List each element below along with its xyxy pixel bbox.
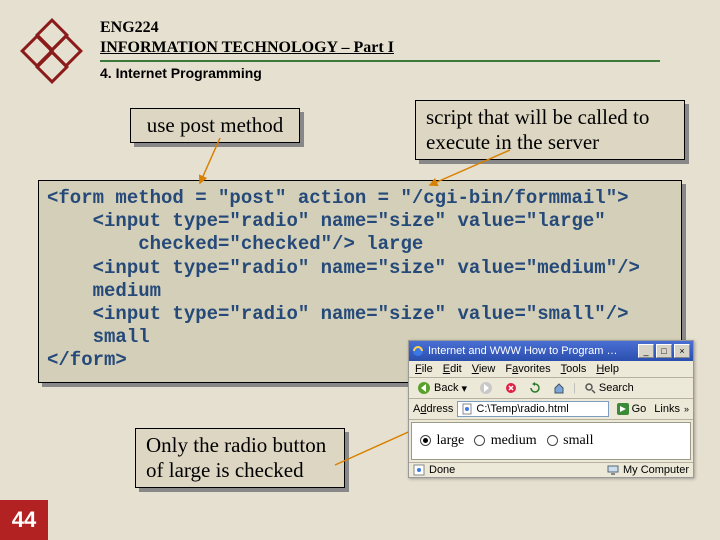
links-chevron[interactable]: »	[684, 404, 689, 414]
done-icon	[413, 464, 425, 476]
address-label: Address	[413, 403, 453, 415]
radio-medium-label: medium	[491, 433, 537, 448]
toolbar: Back ▾ | Search	[409, 378, 693, 399]
forward-button[interactable]	[475, 380, 497, 396]
home-icon	[553, 382, 565, 394]
go-button[interactable]: Go	[613, 402, 651, 416]
radio-large[interactable]	[420, 435, 431, 446]
address-path: C:\Temp\radio.html	[476, 403, 568, 415]
menubar: File Edit View Favorites Tools Help	[409, 361, 693, 378]
menu-tools[interactable]: Tools	[561, 363, 587, 375]
search-label: Search	[599, 382, 634, 394]
callout-script: script that will be called to execute in…	[415, 100, 685, 160]
course-title: INFORMATION TECHNOLOGY – Part I	[100, 38, 660, 58]
refresh-icon	[529, 382, 541, 394]
address-bar: Address C:\Temp\radio.html Go Links »	[409, 399, 693, 420]
search-icon	[584, 382, 596, 394]
menu-edit[interactable]: Edit	[443, 363, 462, 375]
close-button[interactable]: ×	[674, 344, 690, 358]
radio-large-label: large	[437, 433, 465, 448]
home-button[interactable]	[549, 381, 569, 395]
page-icon	[461, 403, 473, 415]
links-label: Links	[654, 403, 680, 415]
stop-icon	[505, 382, 517, 394]
go-label: Go	[632, 403, 647, 415]
radio-small[interactable]	[547, 435, 558, 446]
minimize-button[interactable]: _	[638, 344, 654, 358]
slide-header: ENG224 INFORMATION TECHNOLOGY – Part I 4…	[100, 18, 660, 83]
menu-view[interactable]: View	[472, 363, 496, 375]
back-icon	[417, 381, 431, 395]
titlebar: Internet and WWW How to Program … _ □ ×	[409, 341, 693, 361]
status-zone: My Computer	[623, 464, 689, 476]
radio-medium[interactable]	[474, 435, 485, 446]
ie-icon	[412, 345, 424, 357]
computer-icon	[607, 464, 619, 476]
menu-file[interactable]: File	[415, 363, 433, 375]
callout-use-post: use post method	[130, 108, 300, 143]
browser-window: Internet and WWW How to Program … _ □ × …	[408, 340, 694, 478]
back-label: Back	[434, 382, 458, 394]
menu-favorites[interactable]: Favorites	[505, 363, 550, 375]
refresh-button[interactable]	[525, 381, 545, 395]
menu-help[interactable]: Help	[596, 363, 619, 375]
go-icon	[617, 403, 629, 415]
address-field[interactable]: C:\Temp\radio.html	[457, 401, 608, 417]
callout-radio-note: Only the radio button of large is checke…	[135, 428, 345, 488]
status-bar: Done My Computer	[409, 462, 693, 477]
menu-file-label: ile	[422, 363, 433, 375]
logo	[20, 15, 80, 85]
page-number: 44	[0, 500, 48, 540]
stop-button[interactable]	[501, 381, 521, 395]
search-button[interactable]: Search	[580, 381, 638, 395]
forward-icon	[479, 381, 493, 395]
maximize-button[interactable]: □	[656, 344, 672, 358]
window-title: Internet and WWW How to Program …	[428, 345, 618, 357]
back-button[interactable]: Back ▾	[413, 380, 471, 396]
status-done: Done	[429, 464, 455, 476]
radio-small-label: small	[563, 433, 593, 448]
page-content: large medium small	[411, 422, 691, 460]
course-code: ENG224	[100, 18, 660, 38]
section-title: 4. Internet Programming	[100, 65, 660, 83]
